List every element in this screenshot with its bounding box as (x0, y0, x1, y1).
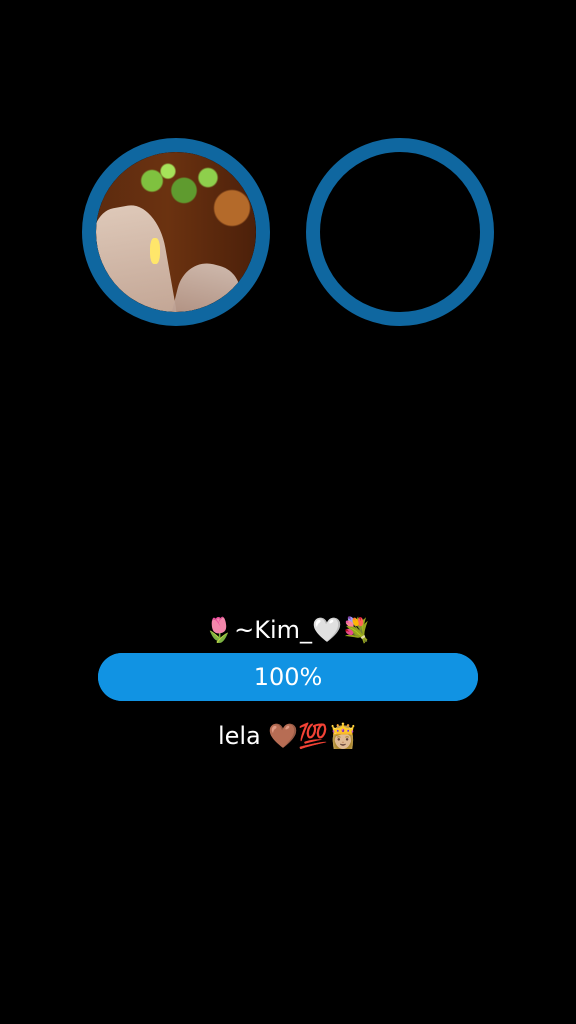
photo-person-left (96, 200, 178, 312)
progress-label: 100% (253, 663, 323, 691)
compatibility-progress-bar: 100% (98, 653, 478, 701)
bottom-username: lela 🤎💯👸🏼 (217, 722, 359, 750)
avatar-left[interactable] (82, 138, 270, 326)
profile-photo (96, 152, 256, 312)
photo-person-right (168, 257, 248, 312)
avatar-right[interactable] (306, 138, 494, 326)
photo-light (150, 238, 160, 264)
top-username: 🌷~Kim_🤍💐 (204, 616, 372, 644)
